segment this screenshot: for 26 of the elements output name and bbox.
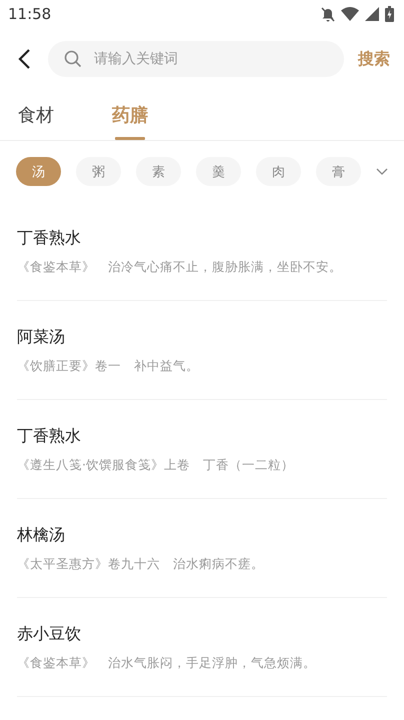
recipe-source: 《食鉴本草》 治冷气心痛不止，腹胁胀满，坐卧不安。 <box>17 259 343 276</box>
signal-icon <box>365 7 379 21</box>
tab[interactable]: 药膳 <box>112 90 148 140</box>
bell-off-icon <box>321 6 335 22</box>
recipe-title[interactable]: 丁香熟水 <box>17 228 387 249</box>
recipe-title[interactable]: 赤小豆饮 <box>17 624 387 645</box>
search-field[interactable]: 请输入关键词 <box>48 41 344 77</box>
status-time: 11:58 <box>8 5 52 23</box>
recipe-title[interactable]: 丁香熟水 <box>17 426 387 447</box>
chevron-down-icon[interactable] <box>376 168 388 175</box>
wifi-icon <box>341 7 359 21</box>
recipe-title[interactable]: 阿菜汤 <box>17 327 387 348</box>
category-chip[interactable]: 羹 <box>196 157 241 186</box>
tab[interactable]: 食材 <box>18 90 54 140</box>
category-chip[interactable]: 素 <box>136 157 181 186</box>
category-chip[interactable]: 汤 <box>16 157 61 186</box>
recipe-source: 《太平圣惠方》卷九十六 治水痢病不瘥。 <box>17 556 265 573</box>
category-chip[interactable]: 膏 <box>316 157 361 186</box>
recipe-source: 《食鉴本草》 治水气胀闷，手足浮肿，气急烦满。 <box>17 655 317 672</box>
category-chip[interactable]: 肉 <box>256 157 301 186</box>
battery-icon <box>385 6 394 22</box>
recipe-source: 《遵生八笺·饮馔服食笺》上卷 丁香（一二粒） <box>17 457 295 474</box>
search-button[interactable]: 搜索 <box>354 48 390 70</box>
recipe-title[interactable]: 林檎汤 <box>17 525 387 546</box>
category-chip[interactable]: 粥 <box>76 157 121 186</box>
recipe-source: 《饮膳正要》卷一 补中益气。 <box>17 358 200 375</box>
